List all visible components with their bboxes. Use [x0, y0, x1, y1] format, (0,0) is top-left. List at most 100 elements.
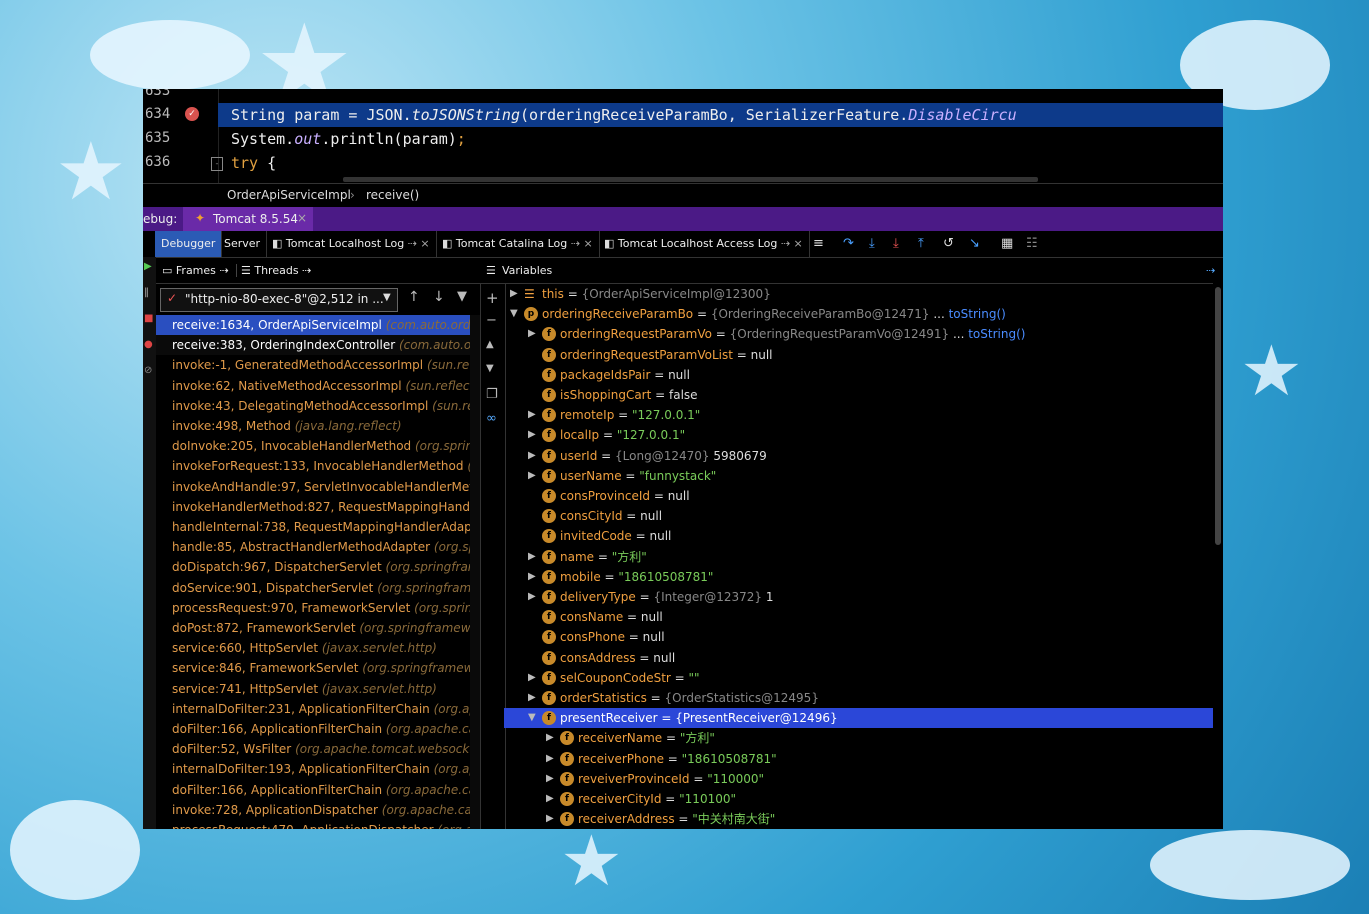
fold-marker-icon[interactable]: - [211, 157, 223, 171]
frame-row[interactable]: internalDoFilter:193, ApplicationFilterC… [156, 759, 480, 779]
expand-arrow-icon[interactable]: ▶ [528, 466, 538, 486]
frame-row[interactable]: internalDoFilter:231, ApplicationFilterC… [156, 699, 480, 719]
frame-row[interactable]: receive:383, OrderingIndexController (co… [156, 335, 480, 356]
collapse-arrow-icon[interactable]: ▼ [510, 304, 520, 324]
variable-row[interactable]: ▶ f reveiverProvinceId = "110000" [504, 769, 1223, 789]
breadcrumb-method[interactable]: receive() [366, 188, 419, 202]
frame-row[interactable]: doDispatch:967, DispatcherServlet (org.s… [156, 557, 480, 577]
frame-row[interactable]: doFilter:166, ApplicationFilterChain (or… [156, 719, 480, 739]
step-over-icon[interactable]: ↷ [843, 236, 854, 251]
variable-row[interactable]: ▶ f orderStatistics = {OrderStatistics@124… [504, 688, 1223, 708]
trace-icon[interactable]: ☷ [1026, 236, 1038, 251]
panel-options-icon[interactable]: ⇢ [1206, 264, 1215, 277]
run-config-tab[interactable]: ✦ Tomcat 8.5.54 × [183, 207, 313, 231]
add-watch-icon[interactable]: + [486, 289, 499, 307]
frame-row[interactable]: handleInternal:738, RequestMappingHandle… [156, 517, 480, 537]
frame-row[interactable]: processRequest:970, FrameworkServlet (or… [156, 598, 480, 618]
frame-row[interactable]: invokeAndHandle:97, ServletInvocableHand… [156, 477, 480, 497]
expand-arrow-icon[interactable]: ▶ [546, 769, 556, 789]
resume-icon[interactable]: ▶ [144, 261, 152, 272]
drop-frame-icon[interactable]: ↺ [943, 236, 954, 251]
variable-row[interactable]: f isShoppingCart = false [504, 385, 1223, 405]
expand-arrow-icon[interactable]: ▶ [528, 324, 538, 344]
variable-row[interactable]: ▶ f name = "方利" [504, 547, 1223, 567]
frame-row[interactable]: doFilter:166, ApplicationFilterChain (or… [156, 780, 480, 800]
variable-row[interactable]: ▶ f orderingRequestParamVo = {OrderingRequ… [504, 324, 1223, 344]
force-step-into-icon[interactable]: ⤓ [893, 236, 899, 251]
variable-row[interactable]: f consCityId = null [504, 506, 1223, 526]
tab-localhost-log[interactable]: ◧ Tomcat Localhost Log ⇢ × [266, 231, 437, 257]
move-up-icon[interactable]: ▲ [486, 339, 494, 350]
tab-catalina-log[interactable]: ◧ Tomcat Catalina Log ⇢ × [436, 231, 600, 257]
next-frame-icon[interactable]: ↓ [433, 289, 445, 305]
show-watches-icon[interactable]: ∞ [486, 411, 497, 426]
frame-row[interactable]: invoke:43, DelegatingMethodAccessorImpl … [156, 396, 480, 416]
run-to-cursor-icon[interactable]: ↘ [969, 236, 980, 251]
view-breakpoints-icon[interactable]: ● [144, 339, 153, 350]
step-into-icon[interactable]: ⤓ [869, 236, 875, 251]
tab-debugger[interactable]: Debugger [155, 231, 223, 257]
to-string-link[interactable]: toString() [968, 327, 1025, 341]
thread-selector[interactable]: ✓ "http-nio-80-exec-8"@2,512 in ... ▼ [160, 288, 398, 312]
expand-arrow-icon[interactable]: ▶ [546, 809, 556, 829]
variable-row[interactable]: f consProvinceId = null [504, 486, 1223, 506]
variable-row[interactable]: ▶ f receiverAddress = "中关村南大街" [504, 809, 1223, 829]
variable-row[interactable]: ▶ f userName = "funnystack" [504, 466, 1223, 486]
breakpoint-icon[interactable]: ✓ [185, 107, 199, 121]
frames-tab[interactable]: ▭ Frames ⇢ [162, 264, 229, 277]
to-string-link[interactable]: toString() [949, 307, 1006, 321]
step-out-icon[interactable]: ⤒ [918, 236, 924, 251]
frame-row[interactable]: invoke:62, NativeMethodAccessorImpl (sun… [156, 376, 480, 396]
frame-row[interactable]: doInvoke:205, InvocableHandlerMethod (or… [156, 436, 480, 456]
code-editor[interactable]: 633 634 635 636 ✓ - String param = JSON.… [143, 89, 1223, 183]
expand-arrow-icon[interactable]: ▶ [528, 668, 538, 688]
variable-row[interactable]: f consPhone = null [504, 627, 1223, 647]
frame-row[interactable]: invoke:728, ApplicationDispatcher (org.a… [156, 800, 480, 820]
frame-row[interactable]: invoke:-1, GeneratedMethodAccessorImpl (… [156, 355, 480, 375]
stop-icon[interactable]: ■ [144, 313, 153, 324]
variable-row[interactable]: ▶ f localIp = "127.0.0.1" [504, 425, 1223, 445]
threads-tab[interactable]: ☰ Threads ⇢ [236, 264, 311, 277]
collapse-arrow-icon[interactable]: ▼ [528, 708, 538, 728]
frame-row[interactable]: invoke:498, Method (java.lang.reflect) [156, 416, 480, 436]
copy-icon[interactable]: ❐ [486, 387, 498, 402]
frame-row[interactable]: service:741, HttpServlet (javax.servlet.… [156, 679, 480, 699]
variable-row[interactable]: f orderingRequestParamVoList = null [504, 345, 1223, 365]
remove-watch-icon[interactable]: − [486, 313, 497, 328]
variable-row[interactable]: f packageIdsPair = null [504, 365, 1223, 385]
variables-scrollbar-thumb[interactable] [1215, 287, 1221, 545]
tab-access-log[interactable]: ◧ Tomcat Localhost Access Log ⇢ × [598, 231, 810, 257]
variable-row[interactable]: ▶ f deliveryType = {Integer@12372} 1 [504, 587, 1223, 607]
frame-row[interactable]: doPost:872, FrameworkServlet (org.spring… [156, 618, 480, 638]
frame-row[interactable]: receive:1634, OrderApiServiceImpl (com.a… [156, 315, 480, 335]
variable-row[interactable]: ▶ f receiverCityId = "110100" [504, 789, 1223, 809]
breadcrumb-class[interactable]: OrderApiServiceImpl [227, 188, 351, 202]
frame-row[interactable]: doService:901, DispatcherServlet (org.sp… [156, 578, 480, 598]
frame-row[interactable]: service:660, HttpServlet (javax.servlet.… [156, 638, 480, 658]
frame-row[interactable]: invokeForRequest:133, InvocableHandlerMe… [156, 456, 480, 476]
menu-icon[interactable]: ≡ [813, 236, 824, 251]
variable-row[interactable]: f invitedCode = null [504, 526, 1223, 546]
filter-icon[interactable]: ▼ [457, 289, 467, 304]
variable-row[interactable]: f consName = null [504, 607, 1223, 627]
expand-arrow-icon[interactable]: ▶ [528, 587, 538, 607]
expand-arrow-icon[interactable]: ▶ [528, 446, 538, 466]
evaluate-expression-icon[interactable]: ▦ [1001, 236, 1013, 251]
expand-arrow-icon[interactable]: ▶ [546, 749, 556, 769]
mute-breakpoints-icon[interactable]: ⊘ [144, 365, 152, 376]
frame-row[interactable]: invokeHandlerMethod:827, RequestMappingH… [156, 497, 480, 517]
frame-row[interactable]: processRequest:470, ApplicationDispatche… [156, 820, 480, 829]
frame-row[interactable]: doFilter:52, WsFilter (org.apache.tomcat… [156, 739, 480, 759]
frames-scrollbar[interactable] [470, 315, 480, 829]
variable-row[interactable]: ▶ f mobile = "18610508781" [504, 567, 1223, 587]
move-down-icon[interactable]: ▼ [486, 363, 494, 374]
expand-arrow-icon[interactable]: ▶ [528, 688, 538, 708]
variable-row[interactable]: ▶ f selCouponCodeStr = "" [504, 668, 1223, 688]
close-icon[interactable]: × [297, 211, 307, 225]
tab-server[interactable]: Server [218, 231, 268, 257]
expand-arrow-icon[interactable]: ▶ [528, 547, 538, 567]
expand-arrow-icon[interactable]: ▶ [546, 728, 556, 748]
pause-icon[interactable]: ‖ [144, 287, 149, 298]
variable-row[interactable]: ▶ f remoteIp = "127.0.0.1" [504, 405, 1223, 425]
frame-row[interactable]: service:846, FrameworkServlet (org.sprin… [156, 658, 480, 678]
